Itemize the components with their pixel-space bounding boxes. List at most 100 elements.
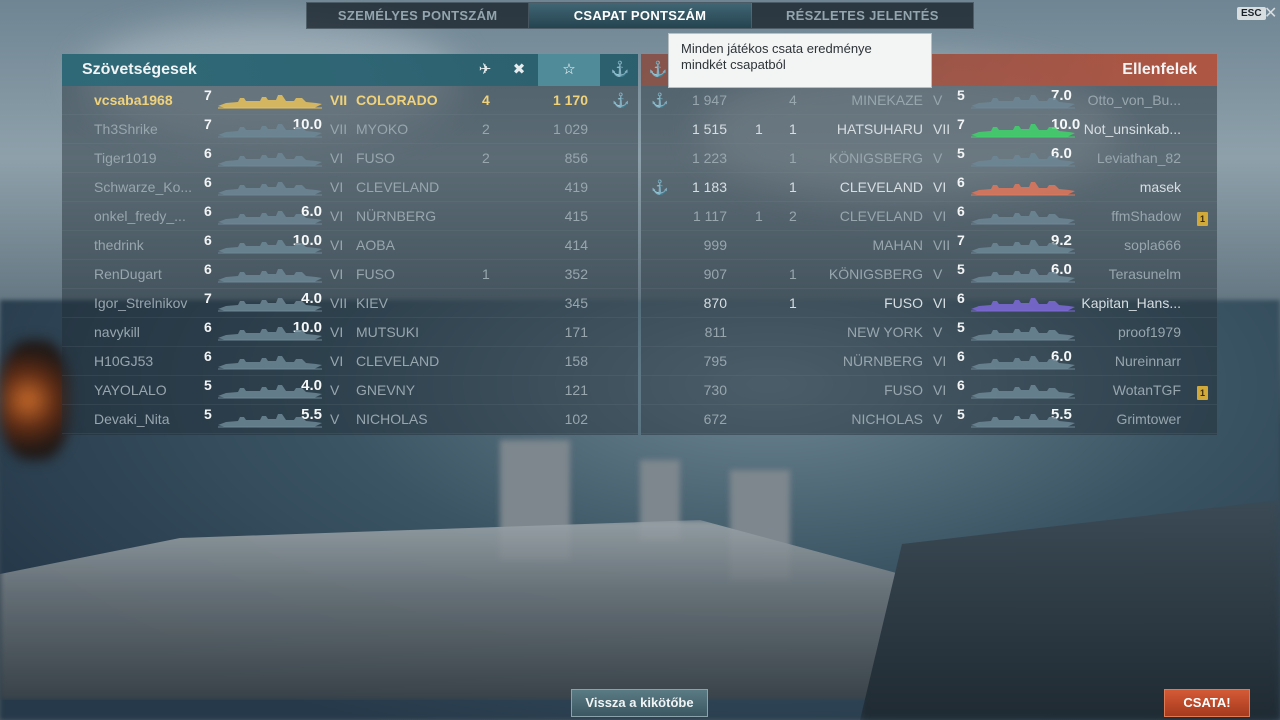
ship-silhouette-icon [971,385,1075,399]
ship-name: NICHOLAS [356,411,428,427]
allies-player-row[interactable]: YAYOLALO 5 4.0 V GNEVNY 121 [62,376,638,405]
enemies-player-row[interactable]: sopla666 7 9.2 VII MAHAN 999 [641,231,1217,260]
score-tabs: SZEMÉLYES PONTSZÁM CSAPAT PONTSZÁM RÉSZL… [306,2,974,29]
ship-name: MYOKO [356,121,409,137]
allies-player-row[interactable]: Schwarze_Ko... 6 VI CLEVELAND 419 [62,173,638,202]
enemies-player-row[interactable]: Kapitan_Hans... 6 VI FUSO 1 870 [641,289,1217,318]
allies-header: Szövetségesek ✈ ✖ ☆ ⚓ [62,54,638,86]
kills-count: 4 [789,92,797,108]
enemies-player-row[interactable]: masek 6 VI CLEVELAND 1 1 183 ⚓ [641,173,1217,202]
planes-count: 1 [755,121,763,137]
enemies-player-row[interactable]: WotanTGF 6 VI FUSO 730 1 [641,376,1217,405]
xp-value: 1 183 [691,179,727,195]
tooltip: Minden játékos csata eredménye mindkét c… [668,33,932,88]
player-name: Devaki_Nita [94,411,170,427]
enemies-player-row[interactable]: Nureinnarr 6 6.0 VI NÜRNBERG 795 [641,347,1217,376]
xp-value: 158 [564,353,588,369]
ship-tier: V [933,411,943,427]
ship-silhouette-icon [218,385,322,399]
ship-silhouette-icon [218,327,322,341]
xp-value: 1 515 [691,121,727,137]
xp-value: 352 [564,266,588,282]
xp-value: 1 223 [691,150,727,166]
ship-tier: VII [330,121,348,137]
ship-silhouette-icon [971,298,1075,312]
enemies-player-row[interactable]: Leviathan_82 5 6.0 V KÖNIGSBERG 1 1 223 [641,144,1217,173]
enemies-player-row[interactable]: proof1979 5 V NEW YORK 811 [641,318,1217,347]
ship-name: FUSO [356,150,395,166]
tier-number: 6 [957,203,965,219]
xp-value: 856 [564,150,588,166]
player-name: onkel_fredy_... [94,208,186,224]
ship-name: HATSUHARU [836,121,923,137]
allies-player-row[interactable]: RenDugart 6 VI FUSO 1 352 [62,260,638,289]
allies-player-row[interactable]: thedrink 6 10.0 VI AOBA 414 [62,231,638,260]
esc-key-hint[interactable]: ESC [1237,7,1266,20]
enemies-player-row[interactable]: Not_unsinkab... 7 10.0 VII HATSUHARU 1 1 515 1 [641,115,1217,144]
allies-player-row[interactable]: Devaki_Nita 5 5.5 V NICHOLAS 102 [62,405,638,434]
tier-number: 7 [957,232,965,248]
enemies-player-row[interactable]: Grimtower 5 5.5 V NICHOLAS 672 [641,405,1217,434]
ship-tier: VI [933,208,947,224]
allies-player-row[interactable]: Tiger1019 6 VI FUSO 2 856 [62,144,638,173]
ship-silhouette-icon [971,414,1075,428]
ship-silhouette-icon [971,269,1075,283]
tier-number: 6 [204,261,212,277]
tab-team-score[interactable]: CSAPAT PONTSZÁM [529,3,752,28]
player-name: Not_unsinkab... [1083,121,1181,137]
enemies-player-row[interactable]: ffmShadow 6 VI CLEVELAND 2 1 117 1 1 [641,202,1217,231]
ship-tier: VII [330,92,348,108]
planes-destroyed-icon[interactable]: ✈ [471,60,499,78]
tier-number: 6 [957,290,965,306]
ship-name: CLEVELAND [839,208,923,224]
allies-player-row[interactable]: onkel_fredy_... 6 6.0 VI NÜRNBERG 415 [62,202,638,231]
back-to-port-button[interactable]: Vissza a kikötőbe [571,689,708,717]
ship-name: MAHAN [872,237,923,253]
xp-value: 102 [564,411,588,427]
xp-value: 811 [704,324,727,340]
battle-button[interactable]: CSATA! [1164,689,1250,717]
allies-player-row[interactable]: vcsaba1968 7 VII COLORADO 4 1 170 ⚓ [62,86,638,115]
allies-player-row[interactable]: navykill 6 10.0 VI MUTSUKI 171 [62,318,638,347]
ship-tier: VI [330,353,344,369]
ship-tier: VI [330,179,344,195]
ship-name: NEW YORK [847,324,923,340]
kills-count: 4 [482,92,490,108]
enemies-player-row[interactable]: Otto_von_Bu... 5 7.0 V MINEKAZE 4 1 947 ⚓ [641,86,1217,115]
ship-tier: V [933,266,943,282]
ship-name: KIEV [356,295,388,311]
ship-silhouette-icon [218,153,322,167]
kills-icon[interactable]: ✖ [505,60,533,78]
allies-player-row[interactable]: Th3Shrike 7 10.0 VII MYOKO 2 1 029 [62,115,638,144]
ship-silhouette-icon [218,240,322,254]
ship-name: COLORADO [356,92,438,108]
xp-star-icon[interactable]: ☆ [538,54,600,86]
tier-number: 6 [204,232,212,248]
player-name: proof1979 [1117,324,1181,340]
ship-tier: VI [330,266,344,282]
ship-name: KÖNIGSBERG [828,266,923,282]
xp-value: 415 [564,208,588,224]
player-name: vcsaba1968 [94,92,173,108]
player-name: masek [1139,179,1181,195]
ship-silhouette-icon [971,182,1075,196]
ship-silhouette-icon [971,356,1075,370]
ship-name: CLEVELAND [839,179,923,195]
ship-tier: VII [933,237,951,253]
ship-tier: V [330,382,340,398]
anchor-icon[interactable]: ⚓ [606,60,634,78]
enemies-player-row[interactable]: Terasunelm 5 6.0 V KÖNIGSBERG 1 907 [641,260,1217,289]
tab-personal-score[interactable]: SZEMÉLYES PONTSZÁM [307,3,530,28]
ship-silhouette-icon [218,414,322,428]
allies-player-row[interactable]: H10GJ53 6 VI CLEVELAND 158 [62,347,638,376]
tab-detailed-report[interactable]: RÉSZLETES JELENTÉS [752,3,973,28]
kills-count: 1 [789,295,797,311]
tier-number: 6 [957,377,965,393]
ship-silhouette-icon [971,153,1075,167]
ship-name: MUTSUKI [356,324,419,340]
kills-count: 1 [789,179,797,195]
close-icon[interactable]: ✕ [1264,3,1277,23]
allies-player-row[interactable]: Igor_Strelnikov 7 4.0 VII KIEV 345 [62,289,638,318]
ship-tier: V [933,324,943,340]
tier-number: 7 [204,116,212,132]
